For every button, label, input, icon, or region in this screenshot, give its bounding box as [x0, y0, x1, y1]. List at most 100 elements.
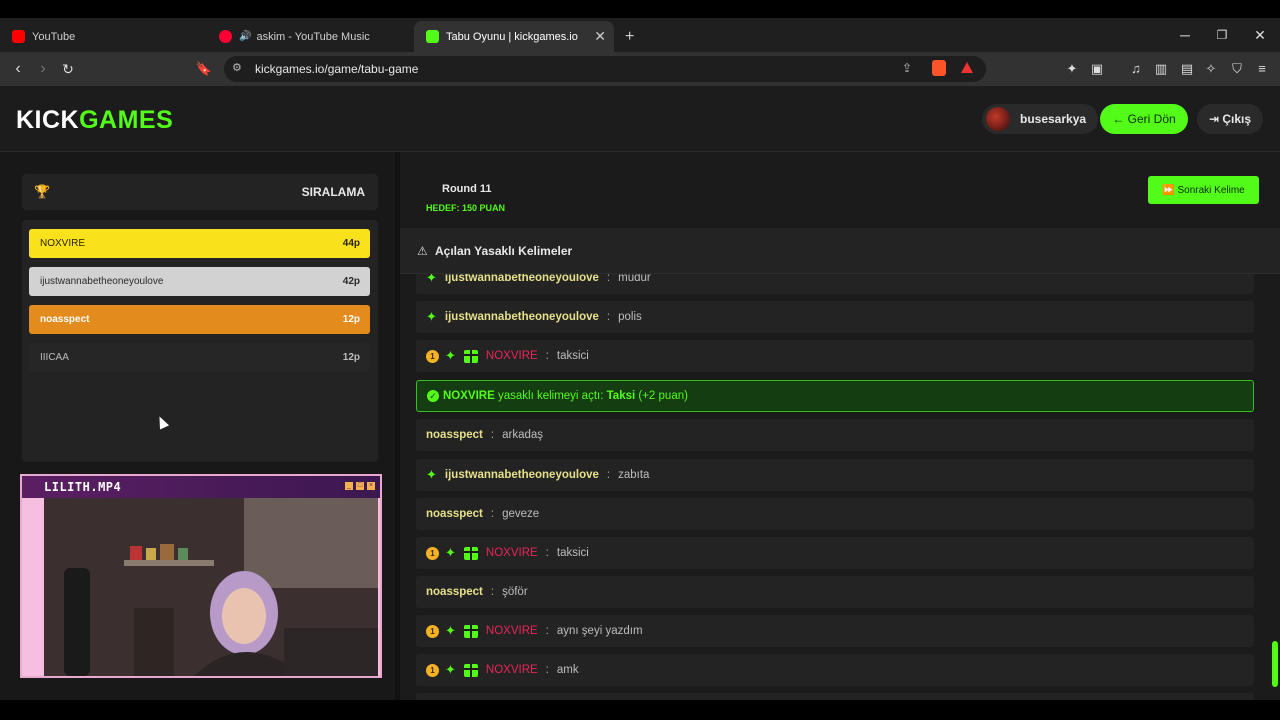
chat-message — [416, 693, 1254, 700]
ranking-list: NOXVIRE 44p ijustwannabetheoneyoulove 42… — [22, 220, 378, 462]
youtube-icon — [12, 30, 25, 43]
address-bar[interactable]: ⚙ kickgames.io/game/tabu-game ⇪ — [224, 56, 986, 82]
chat-username: NOXVIRE — [485, 625, 538, 637]
back-button[interactable]: ← Geri Dön — [1100, 104, 1188, 134]
youtube-music-icon — [219, 30, 232, 43]
revealed-word: Taksi — [606, 390, 636, 402]
close-tab-icon[interactable]: ✕ — [594, 28, 606, 45]
maximize-icon: □ — [356, 482, 364, 490]
browser-toolbar: ‹ › ↻ 🔖 ⚙ kickgames.io/game/tabu-game ⇪ … — [0, 52, 1280, 86]
chat-message: 1 ✦ NOXVIRE : taksici — [416, 340, 1254, 372]
chat-text: geveze — [502, 508, 540, 520]
player-points: 44p — [342, 238, 360, 249]
reload-icon[interactable]: ↻ — [59, 60, 77, 78]
minimize-icon: _ — [345, 482, 353, 490]
chat-text: amk — [556, 664, 579, 676]
screenshot-icon[interactable]: ▣ — [1089, 61, 1105, 77]
chat-username: NOXVIRE — [485, 547, 538, 559]
username: busesarkya — [1020, 112, 1087, 126]
left-sidebar: 🏆 SIRALAMA NOXVIRE 44p ijustwannabetheon… — [0, 152, 400, 700]
chat-text: arkadaş — [502, 429, 544, 441]
avatar — [986, 107, 1010, 131]
logo-text-games: GAMES — [79, 106, 174, 134]
ranking-row: IIICAA 12p — [29, 343, 370, 372]
sparkle-badge-icon: ✦ — [445, 662, 456, 677]
chat-username: ijustwannabetheoneyoulove — [444, 469, 599, 481]
chat-message: 1 ✦ NOXVIRE : aynı şeyi yazdım — [416, 615, 1254, 647]
chat-separator: : — [545, 350, 549, 362]
chat-message: ✦ ijustwannabetheoneyoulove : zabıta — [416, 459, 1254, 491]
target-score: HEDEF: 150 PUAN — [426, 203, 506, 213]
ranking-row: NOXVIRE 44p — [29, 229, 370, 258]
tab-youtube-music[interactable]: 🔊 askim - YouTube Music — [207, 21, 412, 52]
check-circle-icon: ✓ — [427, 390, 439, 402]
sparkle-badge-icon: ✦ — [426, 467, 437, 482]
sidebar-icon[interactable]: ▥ — [1153, 61, 1169, 77]
chat-text: taksici — [556, 547, 589, 559]
minimize-icon[interactable]: ─ — [1166, 18, 1204, 52]
chat-text: şöför — [502, 586, 528, 598]
site-header: KICKGAMES busesarkya ← Geri Dön ⇥ Çıkış — [0, 86, 1280, 152]
exit-button[interactable]: ⇥ Çıkış — [1197, 104, 1263, 134]
webcam-scene-image — [44, 498, 378, 676]
extensions-icon[interactable]: ✦ — [1064, 61, 1080, 77]
webcam-overlay: LILITH.MP4 _ □ × — [20, 474, 382, 678]
subscriber-badge-icon: 1 — [426, 624, 439, 638]
restore-icon[interactable]: ❐ — [1203, 18, 1241, 52]
leo-ai-icon[interactable]: ✧ — [1203, 61, 1219, 77]
sparkle-badge-icon: ✦ — [445, 348, 456, 363]
chat-separator: : — [606, 311, 611, 323]
vpn-icon[interactable]: ⛉ — [1229, 61, 1245, 77]
subscriber-badge-icon: 1 — [426, 349, 439, 363]
player-points: 12p — [342, 314, 360, 325]
brave-rewards-icon[interactable] — [961, 62, 973, 73]
chat-text: müdür — [618, 274, 651, 284]
warning-icon: ⚠ — [417, 244, 428, 258]
subscriber-badge-icon: 1 — [426, 546, 439, 560]
chat-scrollbar-thumb[interactable] — [1272, 641, 1278, 687]
tab-youtube[interactable]: YouTube — [0, 21, 205, 52]
ranking-row: ijustwannabetheoneyoulove 42p — [29, 267, 370, 296]
player-name: ijustwannabetheoneyoulove — [40, 276, 164, 287]
user-profile[interactable]: busesarkya — [982, 104, 1099, 134]
wallet-icon[interactable]: ▤ — [1179, 61, 1195, 77]
chat-message: noasspect : arkadaş — [416, 419, 1254, 451]
chat-separator: : — [490, 429, 495, 441]
close-window-icon[interactable]: ✕ — [1241, 18, 1279, 52]
menu-icon[interactable]: ≡ — [1254, 61, 1270, 77]
chat-separator: : — [545, 664, 549, 676]
tab-kickgames[interactable]: Tabu Oyunu | kickgames.io ✕ — [414, 21, 614, 52]
new-tab-button[interactable]: + — [618, 21, 644, 52]
forward-icon[interactable]: › — [34, 60, 52, 78]
chat-message: ✦ ijustwannabetheoneyoulove : polis — [416, 301, 1254, 333]
trophy-icon: 🏆 — [34, 184, 51, 199]
player-name: IIICAA — [40, 352, 69, 363]
chat-text: aynı şeyi yazdım — [556, 625, 643, 637]
brave-shield-icon[interactable] — [932, 60, 946, 76]
share-icon[interactable]: ⇪ — [902, 61, 912, 75]
next-word-button[interactable]: ⏩ Sonraki Kelime — [1148, 176, 1259, 204]
ranking-title: SIRALAMA — [301, 185, 365, 199]
player-name: noasspect — [40, 314, 90, 325]
bookmark-icon[interactable]: 🔖 — [195, 60, 213, 78]
chat-separator: : — [545, 547, 549, 559]
section-title: Açılan Yasaklı Kelimeler — [435, 244, 573, 258]
revealed-words-header: ⚠ Açılan Yasaklı Kelimeler — [400, 228, 1280, 274]
webcam-titlebar: LILITH.MP4 _ □ × — [22, 476, 380, 498]
subscriber-badge-icon: 1 — [426, 663, 439, 677]
screen-bottom-border — [0, 700, 1280, 720]
chat-scrollbar[interactable] — [1272, 276, 1278, 700]
kickgames-logo[interactable]: KICKGAMES — [16, 106, 173, 135]
chat-message: noasspect : geveze — [416, 498, 1254, 530]
media-icon[interactable]: ♫ — [1128, 61, 1144, 77]
chat-username: NOXVIRE — [485, 664, 538, 676]
chat-message: 1 ✦ NOXVIRE : amk — [416, 654, 1254, 686]
gift-badge-icon — [463, 546, 478, 560]
kickgames-icon — [426, 30, 439, 43]
player-points: 12p — [342, 352, 360, 363]
site-settings-icon[interactable]: ⚙ — [232, 61, 242, 74]
ranking-header: 🏆 SIRALAMA — [22, 174, 378, 210]
chat-list: ✦ ijustwannabetheoneyoulove : müdür ✦ ij… — [416, 274, 1256, 700]
url-text: kickgames.io/game/tabu-game — [255, 62, 419, 76]
back-icon[interactable]: ‹ — [9, 60, 27, 78]
